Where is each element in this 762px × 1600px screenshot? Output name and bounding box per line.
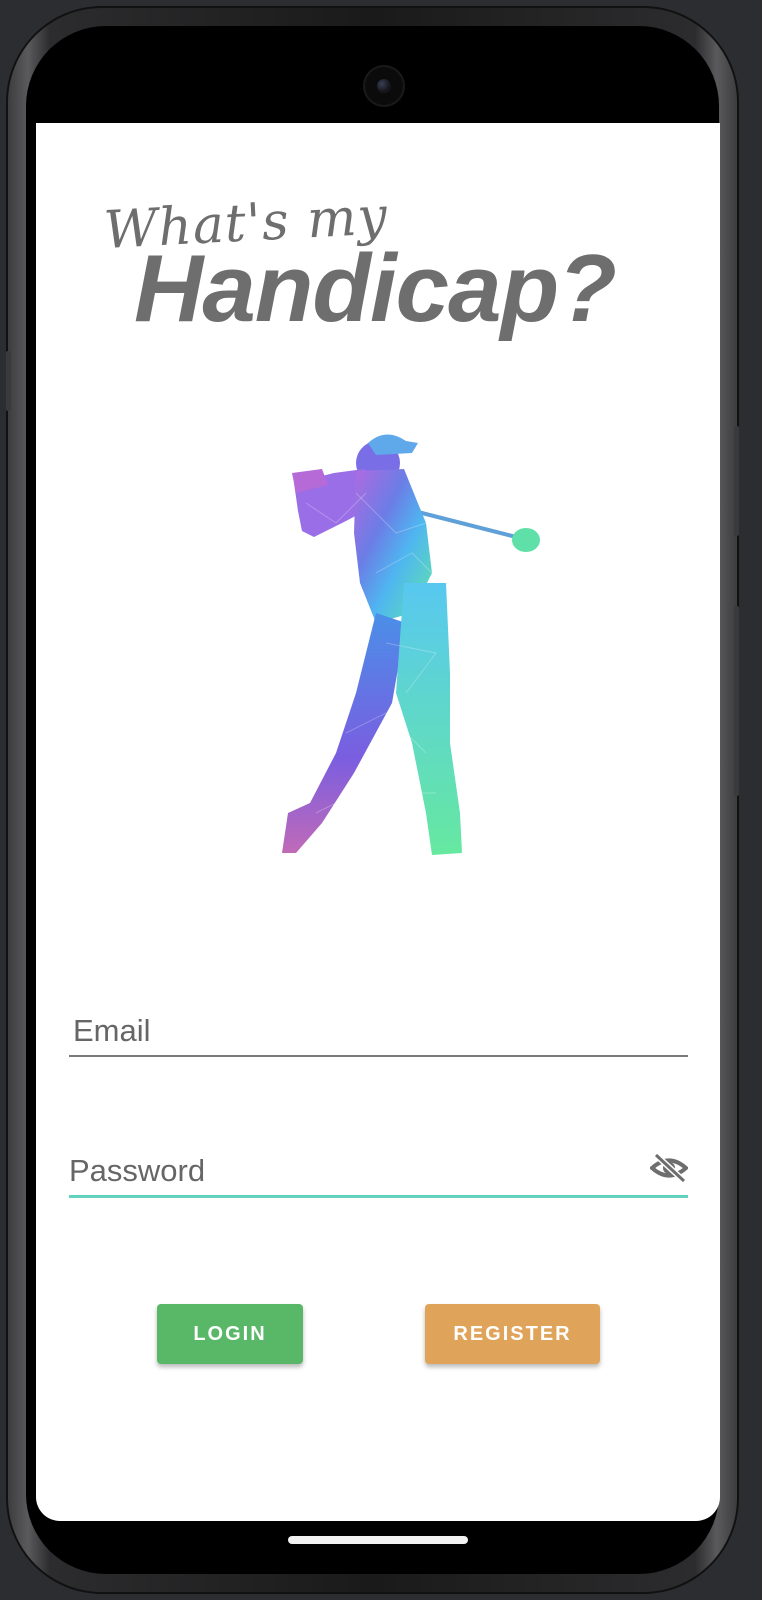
eye-off-icon[interactable]	[650, 1153, 688, 1183]
email-input[interactable]	[69, 1011, 633, 1051]
password-input[interactable]	[69, 1151, 629, 1191]
register-button[interactable]: REGISTER	[425, 1304, 600, 1364]
home-indicator[interactable]	[288, 1536, 468, 1544]
email-field[interactable]	[69, 1003, 688, 1057]
logo-title: Handicap?	[134, 235, 617, 342]
login-button[interactable]: LOGIN	[157, 1304, 303, 1364]
device-volume-button	[734, 426, 739, 536]
login-screen: What's my Handicap? Email LOGIN REGISTER	[36, 123, 720, 1521]
golfer-illustration-icon	[282, 434, 540, 855]
front-camera	[365, 67, 403, 105]
device-power-button	[734, 606, 739, 796]
device-side-button	[6, 351, 11, 411]
password-field[interactable]	[69, 1143, 688, 1198]
